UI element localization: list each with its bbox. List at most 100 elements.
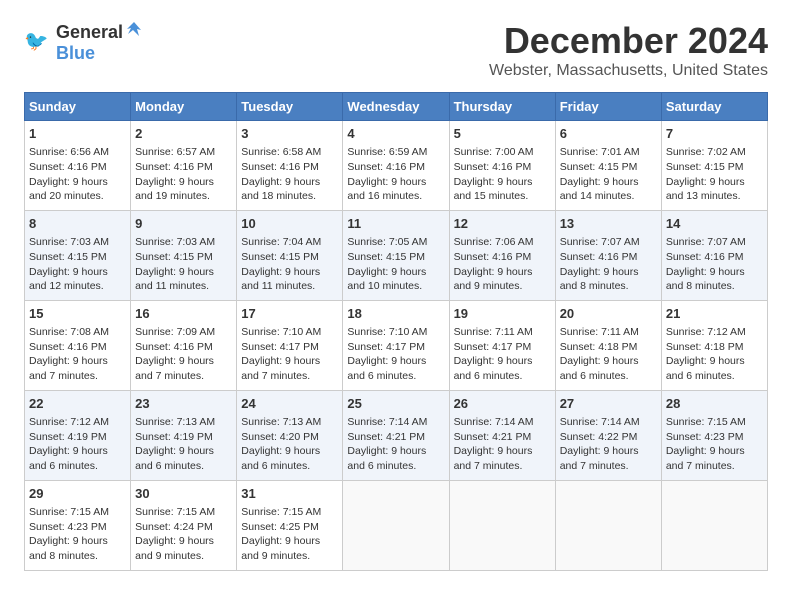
daylight-label: Daylight: 9 hours (454, 355, 533, 367)
sunset-label: Sunset: 4:16 PM (454, 251, 532, 263)
calendar-cell: 22 Sunrise: 7:12 AM Sunset: 4:19 PM Dayl… (25, 390, 131, 480)
day-number: 14 (666, 215, 763, 233)
day-number: 29 (29, 485, 126, 503)
daylight-minutes: and 6 minutes. (666, 370, 735, 382)
title-area: December 2024 Webster, Massachusetts, Un… (489, 20, 768, 80)
sunrise-label: Sunrise: 7:03 AM (135, 236, 215, 248)
calendar-cell: 11 Sunrise: 7:05 AM Sunset: 4:15 PM Dayl… (343, 210, 449, 300)
daylight-label: Daylight: 9 hours (347, 176, 426, 188)
daylight-minutes: and 8 minutes. (29, 550, 98, 562)
day-number: 6 (560, 125, 657, 143)
day-number: 7 (666, 125, 763, 143)
sunrise-label: Sunrise: 7:01 AM (560, 146, 640, 158)
daylight-label: Daylight: 9 hours (560, 355, 639, 367)
page-title: December 2024 (489, 20, 768, 62)
sunset-label: Sunset: 4:21 PM (347, 431, 425, 443)
sunrise-label: Sunrise: 6:56 AM (29, 146, 109, 158)
daylight-label: Daylight: 9 hours (241, 445, 320, 457)
calendar-cell: 18 Sunrise: 7:10 AM Sunset: 4:17 PM Dayl… (343, 300, 449, 390)
calendar-cell: 31 Sunrise: 7:15 AM Sunset: 4:25 PM Dayl… (237, 480, 343, 570)
calendar-cell: 21 Sunrise: 7:12 AM Sunset: 4:18 PM Dayl… (661, 300, 767, 390)
sunset-label: Sunset: 4:16 PM (666, 251, 744, 263)
sunset-label: Sunset: 4:16 PM (454, 161, 532, 173)
daylight-label: Daylight: 9 hours (666, 266, 745, 278)
calendar-cell: 20 Sunrise: 7:11 AM Sunset: 4:18 PM Dayl… (555, 300, 661, 390)
sunrise-label: Sunrise: 7:03 AM (29, 236, 109, 248)
header-thursday: Thursday (449, 93, 555, 121)
sunrise-label: Sunrise: 7:12 AM (29, 416, 109, 428)
sunset-label: Sunset: 4:23 PM (666, 431, 744, 443)
sunrise-label: Sunrise: 6:58 AM (241, 146, 321, 158)
day-number: 25 (347, 395, 444, 413)
sunrise-label: Sunrise: 7:10 AM (241, 326, 321, 338)
calendar-cell: 9 Sunrise: 7:03 AM Sunset: 4:15 PM Dayli… (131, 210, 237, 300)
header-tuesday: Tuesday (237, 93, 343, 121)
daylight-label: Daylight: 9 hours (29, 355, 108, 367)
calendar-cell: 24 Sunrise: 7:13 AM Sunset: 4:20 PM Dayl… (237, 390, 343, 480)
daylight-label: Daylight: 9 hours (29, 266, 108, 278)
page-header: 🐦 General Blue December 2024 Webster, Ma… (24, 20, 768, 80)
daylight-label: Daylight: 9 hours (135, 176, 214, 188)
sunrise-label: Sunrise: 7:11 AM (454, 326, 533, 338)
calendar-cell: 27 Sunrise: 7:14 AM Sunset: 4:22 PM Dayl… (555, 390, 661, 480)
daylight-minutes: and 20 minutes. (29, 190, 104, 202)
sunrise-label: Sunrise: 7:13 AM (135, 416, 215, 428)
sunset-label: Sunset: 4:18 PM (666, 341, 744, 353)
daylight-minutes: and 19 minutes. (135, 190, 210, 202)
sunrise-label: Sunrise: 7:08 AM (29, 326, 109, 338)
day-number: 1 (29, 125, 126, 143)
daylight-minutes: and 6 minutes. (560, 370, 629, 382)
daylight-label: Daylight: 9 hours (135, 535, 214, 547)
day-number: 26 (454, 395, 551, 413)
sunset-label: Sunset: 4:15 PM (135, 251, 213, 263)
daylight-minutes: and 15 minutes. (454, 190, 529, 202)
daylight-label: Daylight: 9 hours (135, 355, 214, 367)
day-number: 5 (454, 125, 551, 143)
sunrise-label: Sunrise: 6:57 AM (135, 146, 215, 158)
week-row-1: 1 Sunrise: 6:56 AM Sunset: 4:16 PM Dayli… (25, 121, 768, 211)
day-number: 31 (241, 485, 338, 503)
calendar-cell: 25 Sunrise: 7:14 AM Sunset: 4:21 PM Dayl… (343, 390, 449, 480)
day-number: 11 (347, 215, 444, 233)
sunset-label: Sunset: 4:16 PM (29, 161, 107, 173)
calendar-cell: 28 Sunrise: 7:15 AM Sunset: 4:23 PM Dayl… (661, 390, 767, 480)
day-number: 3 (241, 125, 338, 143)
sunset-label: Sunset: 4:16 PM (135, 341, 213, 353)
sunset-label: Sunset: 4:15 PM (560, 161, 638, 173)
sunset-label: Sunset: 4:17 PM (454, 341, 532, 353)
calendar-cell: 16 Sunrise: 7:09 AM Sunset: 4:16 PM Dayl… (131, 300, 237, 390)
sunset-label: Sunset: 4:21 PM (454, 431, 532, 443)
calendar-cell: 2 Sunrise: 6:57 AM Sunset: 4:16 PM Dayli… (131, 121, 237, 211)
calendar-cell: 23 Sunrise: 7:13 AM Sunset: 4:19 PM Dayl… (131, 390, 237, 480)
daylight-label: Daylight: 9 hours (241, 355, 320, 367)
daylight-label: Daylight: 9 hours (454, 176, 533, 188)
calendar-cell: 5 Sunrise: 7:00 AM Sunset: 4:16 PM Dayli… (449, 121, 555, 211)
logo-icon: 🐦 (24, 28, 52, 56)
header-wednesday: Wednesday (343, 93, 449, 121)
day-number: 28 (666, 395, 763, 413)
calendar-cell: 29 Sunrise: 7:15 AM Sunset: 4:23 PM Dayl… (25, 480, 131, 570)
sunrise-label: Sunrise: 7:12 AM (666, 326, 746, 338)
header-saturday: Saturday (661, 93, 767, 121)
calendar-cell: 14 Sunrise: 7:07 AM Sunset: 4:16 PM Dayl… (661, 210, 767, 300)
daylight-minutes: and 16 minutes. (347, 190, 422, 202)
calendar-cell: 10 Sunrise: 7:04 AM Sunset: 4:15 PM Dayl… (237, 210, 343, 300)
day-number: 18 (347, 305, 444, 323)
daylight-minutes: and 7 minutes. (560, 460, 629, 472)
day-number: 22 (29, 395, 126, 413)
day-number: 15 (29, 305, 126, 323)
daylight-label: Daylight: 9 hours (135, 445, 214, 457)
daylight-label: Daylight: 9 hours (666, 355, 745, 367)
daylight-minutes: and 6 minutes. (454, 370, 523, 382)
daylight-minutes: and 11 minutes. (135, 280, 209, 292)
logo-blue: Blue (56, 43, 95, 63)
sunset-label: Sunset: 4:23 PM (29, 521, 107, 533)
daylight-minutes: and 7 minutes. (666, 460, 735, 472)
calendar-cell (661, 480, 767, 570)
daylight-minutes: and 7 minutes. (29, 370, 98, 382)
logo-general: General (56, 22, 123, 43)
calendar-header-row: SundayMondayTuesdayWednesdayThursdayFrid… (25, 93, 768, 121)
sunset-label: Sunset: 4:15 PM (666, 161, 744, 173)
sunset-label: Sunset: 4:15 PM (241, 251, 319, 263)
calendar-cell: 15 Sunrise: 7:08 AM Sunset: 4:16 PM Dayl… (25, 300, 131, 390)
